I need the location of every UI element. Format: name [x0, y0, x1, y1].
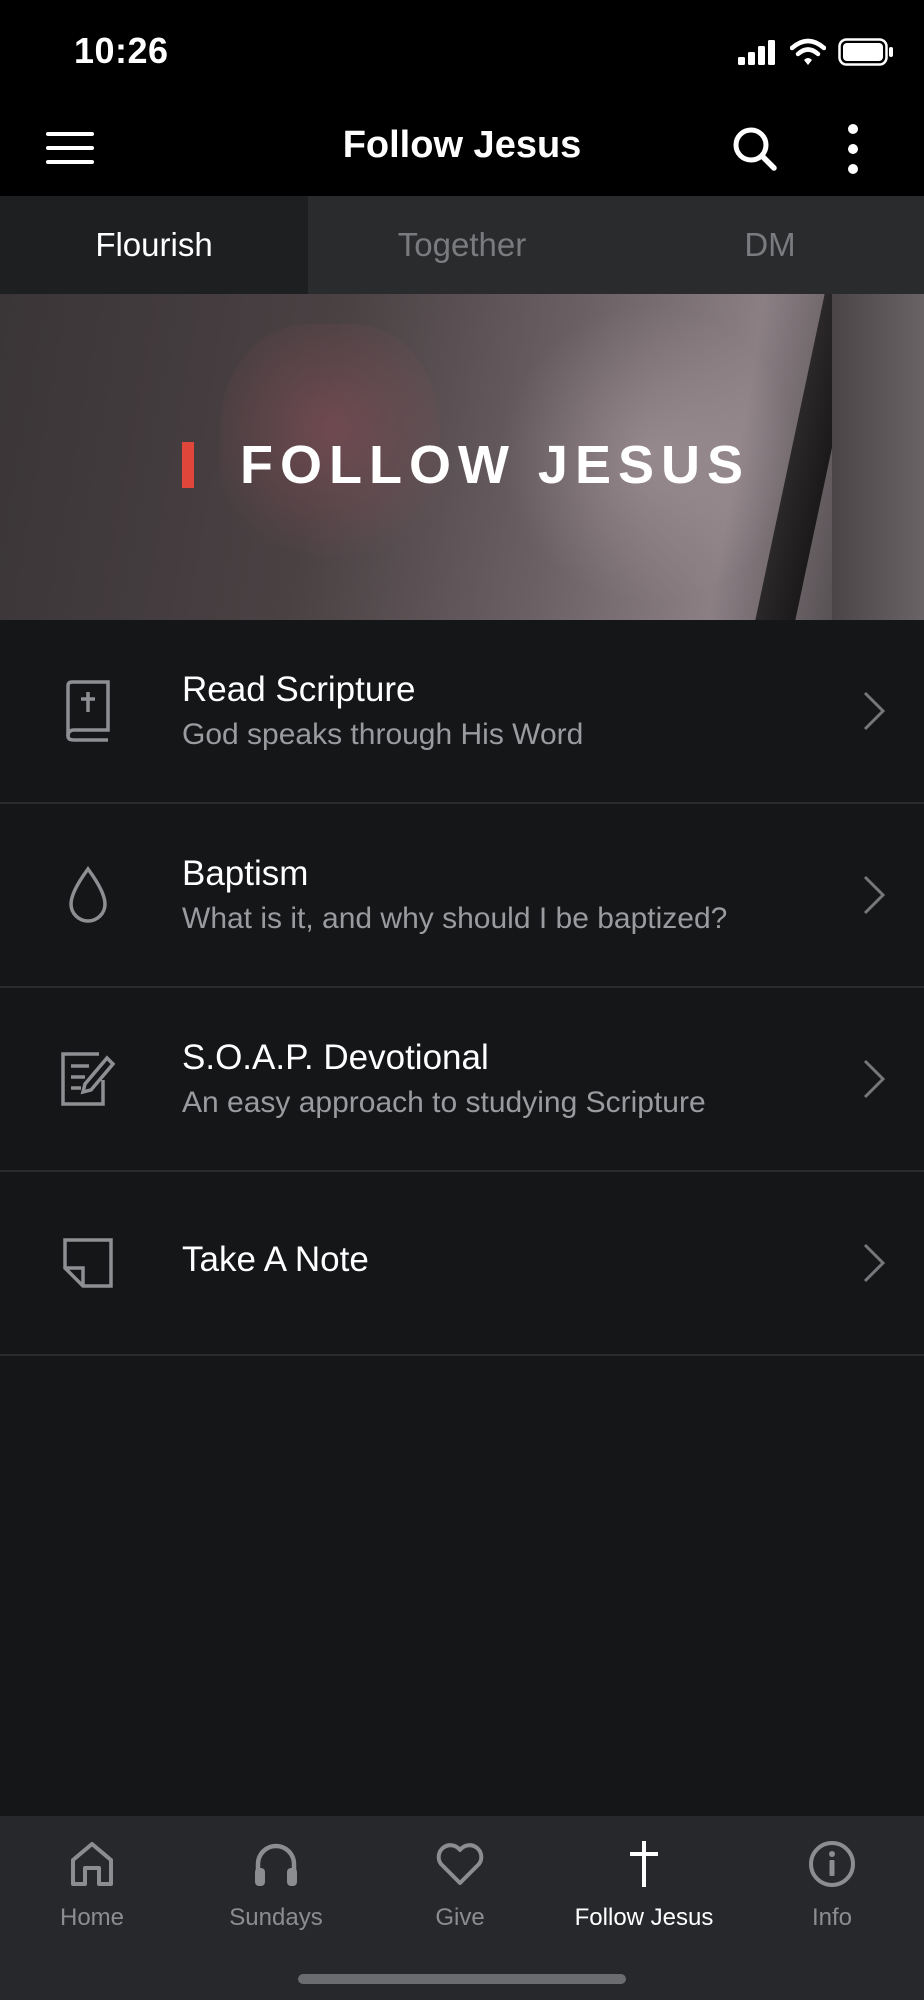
water-drop-icon — [28, 842, 148, 948]
app-bar: Follow Jesus — [0, 100, 924, 196]
tab-together[interactable]: Together — [308, 196, 616, 294]
page-title: Follow Jesus — [342, 124, 582, 166]
item-subtitle: An easy approach to studying Scripture — [182, 1086, 706, 1119]
signal-icon — [738, 40, 775, 65]
search-button[interactable] — [730, 124, 780, 174]
item-title: S.O.A.P. Devotional — [182, 1038, 489, 1077]
nav-sundays[interactable]: Sundays — [184, 1834, 368, 1932]
status-icons — [738, 36, 894, 68]
list-item-soap-devotional[interactable]: S.O.A.P. Devotional An easy approach to … — [0, 988, 924, 1172]
tab-dm[interactable]: DM — [616, 196, 924, 294]
search-icon — [733, 127, 777, 171]
wifi-icon — [790, 38, 826, 65]
status-bar: 10:26 — [0, 0, 924, 100]
item-title: Take A Note — [182, 1240, 369, 1279]
nav-label: Give — [435, 1904, 485, 1931]
bottom-nav: Home Sundays Give Follow Jesus Info — [0, 1816, 924, 2000]
nav-label: Follow Jesus — [574, 1904, 714, 1931]
heart-icon — [368, 1834, 552, 1894]
battery-icon — [838, 38, 893, 66]
chevron-right-icon — [863, 1059, 886, 1099]
tab-bar: Flourish Together DM — [0, 196, 924, 294]
chevron-right-icon — [863, 875, 886, 915]
hero-title-wrap: FOLLOW JESUS — [182, 434, 750, 496]
info-icon — [740, 1834, 924, 1894]
list-item-take-a-note[interactable]: Take A Note — [0, 1172, 924, 1356]
cross-icon — [552, 1834, 736, 1894]
item-title: Baptism — [182, 854, 309, 893]
home-icon — [0, 1834, 184, 1894]
edit-document-icon — [28, 1026, 148, 1132]
item-title: Read Scripture — [182, 670, 416, 709]
nav-give[interactable]: Give — [368, 1834, 552, 1932]
list-item-read-scripture[interactable]: Read Scripture God speaks through His Wo… — [0, 620, 924, 804]
more-options-button[interactable] — [840, 122, 866, 176]
home-indicator — [298, 1974, 626, 1984]
more-vertical-icon — [848, 124, 858, 174]
chevron-right-icon — [863, 691, 886, 731]
nav-home[interactable]: Home — [0, 1834, 184, 1932]
hero-title: FOLLOW JESUS — [240, 435, 751, 495]
nav-info[interactable]: Info — [740, 1834, 924, 1932]
hero-banner: FOLLOW JESUS — [0, 294, 924, 620]
menu-list: Read Scripture God speaks through His Wo… — [0, 620, 924, 1356]
headphones-icon — [184, 1834, 368, 1894]
bible-icon — [28, 658, 148, 764]
chevron-right-icon — [863, 1243, 886, 1283]
tab-flourish[interactable]: Flourish — [0, 196, 308, 294]
note-icon — [28, 1210, 148, 1316]
hero-accent-bar — [182, 442, 194, 488]
item-subtitle: What is it, and why should I be baptized… — [182, 902, 728, 935]
nav-follow-jesus[interactable]: Follow Jesus — [552, 1834, 736, 1932]
list-item-baptism[interactable]: Baptism What is it, and why should I be … — [0, 804, 924, 988]
nav-label: Home — [59, 1904, 125, 1931]
nav-label: Sundays — [229, 1904, 323, 1931]
nav-label: Info — [811, 1904, 853, 1931]
status-time: 10:26 — [74, 30, 169, 71]
item-subtitle: God speaks through His Word — [182, 718, 584, 751]
